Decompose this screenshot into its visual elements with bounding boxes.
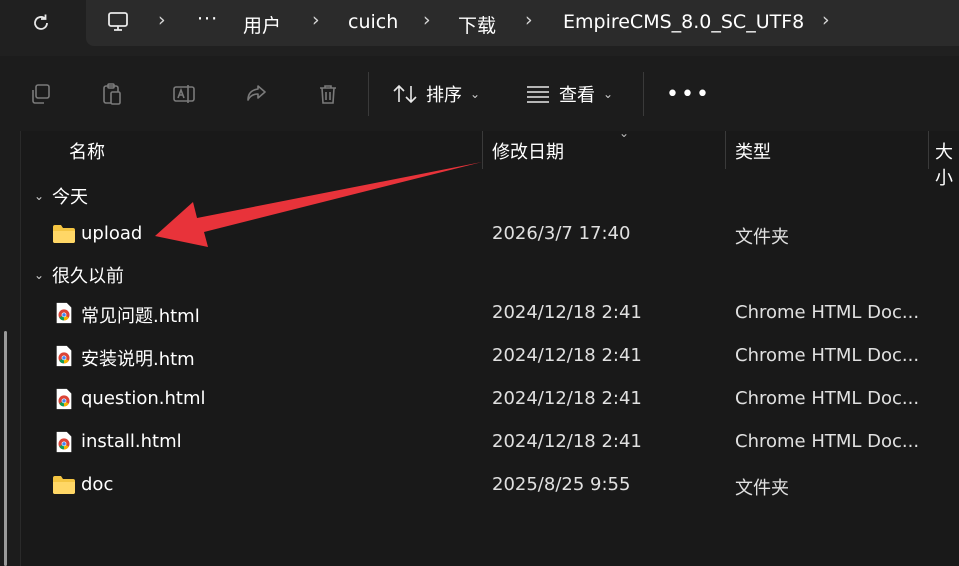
file-name: question.html — [81, 388, 206, 409]
list-item[interactable]: 安装说明.htm 2024/12/18 2:41 Chrome HTML Doc… — [22, 336, 959, 376]
file-type: 文件夹 — [735, 478, 789, 499]
navigation-pane — [0, 131, 21, 566]
delete-button[interactable] — [314, 80, 342, 108]
column-header-type[interactable]: 类型 — [735, 138, 771, 164]
file-type: 文件夹 — [735, 227, 789, 248]
list-item[interactable]: install.html 2024/12/18 2:41 Chrome HTML… — [22, 422, 959, 462]
address-bar[interactable]: › ··· 用户 › cuich › 下载 › EmpireCMS_8.0_SC… — [86, 0, 959, 46]
scrollbar[interactable] — [4, 331, 7, 566]
rename-button[interactable] — [170, 80, 198, 108]
group-label: 很久以前 — [52, 266, 124, 287]
breadcrumb-item-users[interactable]: 用户 — [243, 11, 281, 38]
group-label: 今天 — [52, 187, 88, 208]
file-type: Chrome HTML Doc... — [735, 345, 920, 366]
refresh-button[interactable] — [26, 8, 56, 38]
file-name: 常见问题.html — [81, 306, 200, 327]
list-item[interactable]: doc 2025/8/25 9:55 文件夹 — [22, 465, 959, 505]
list-item[interactable]: question.html 2024/12/18 2:41 Chrome HTM… — [22, 379, 959, 419]
chevron-right-icon[interactable]: › — [423, 9, 431, 31]
file-date: 2024/12/18 2:41 — [492, 431, 642, 452]
breadcrumb-item-user[interactable]: cuich — [348, 11, 398, 33]
folder-icon — [53, 225, 75, 243]
rename-icon — [173, 85, 195, 103]
title-bar: › ··· 用户 › cuich › 下载 › EmpireCMS_8.0_SC… — [0, 0, 959, 56]
column-header-size[interactable]: 大小 — [935, 138, 959, 190]
column-header-name[interactable]: 名称 — [69, 138, 105, 164]
command-bar: 排序 ⌄ 查看 ⌄ ••• — [0, 56, 959, 132]
file-type: Chrome HTML Doc... — [735, 431, 920, 452]
file-name: doc — [81, 474, 114, 495]
file-type: Chrome HTML Doc... — [735, 302, 920, 323]
breadcrumb-overflow[interactable]: ··· — [197, 8, 218, 30]
share-icon — [247, 85, 266, 101]
column-divider[interactable] — [725, 131, 726, 169]
group-header-today[interactable]: ⌄ 今天 — [34, 183, 88, 209]
breadcrumb-item-current-folder[interactable]: EmpireCMS_8.0_SC_UTF8 — [563, 11, 804, 33]
file-date: 2026/3/7 17:40 — [492, 223, 631, 244]
toolbar-divider — [643, 72, 644, 116]
paste-icon — [103, 83, 121, 105]
group-header-long-ago[interactable]: ⌄ 很久以前 — [34, 262, 124, 288]
sort-icon — [393, 84, 417, 104]
file-name: install.html — [81, 431, 182, 452]
column-divider[interactable] — [482, 131, 483, 169]
file-type: Chrome HTML Doc... — [735, 388, 920, 409]
chrome-html-icon — [56, 431, 72, 453]
column-divider[interactable] — [928, 131, 929, 169]
file-list-pane: 名称 ⌄ 修改日期 类型 大小 ⌄ 今天 upload 2026/3/7 17:… — [0, 126, 959, 566]
computer-icon — [108, 12, 128, 31]
file-date: 2025/8/25 9:55 — [492, 474, 631, 495]
file-name: 安装说明.htm — [81, 349, 195, 370]
chevron-down-icon: ⌄ — [34, 189, 45, 203]
breadcrumb-item-downloads[interactable]: 下载 — [458, 11, 496, 38]
toolbar-divider — [368, 72, 369, 116]
file-name: upload — [81, 223, 143, 244]
view-label: 查看 — [559, 85, 595, 106]
more-options-button[interactable]: ••• — [666, 82, 711, 107]
list-item[interactable]: 常见问题.html 2024/12/18 2:41 Chrome HTML Do… — [22, 293, 959, 333]
sort-button[interactable]: 排序 ⌄ — [392, 78, 480, 110]
chevron-right-icon[interactable]: › — [312, 9, 320, 31]
chrome-html-icon — [56, 345, 72, 367]
copy-button[interactable] — [26, 80, 54, 108]
view-list-icon — [527, 86, 549, 103]
file-date: 2024/12/18 2:41 — [492, 388, 642, 409]
copy-icon — [32, 84, 50, 104]
sort-label: 排序 — [426, 85, 462, 106]
chevron-down-icon: ⌄ — [34, 268, 45, 282]
chevron-down-icon: ⌄ — [470, 87, 481, 101]
chrome-html-icon — [56, 388, 72, 410]
chevron-right-icon[interactable]: › — [822, 9, 830, 31]
sort-indicator-icon: ⌄ — [619, 126, 630, 140]
file-date: 2024/12/18 2:41 — [492, 302, 642, 323]
view-button[interactable]: 查看 ⌄ — [525, 78, 613, 110]
column-header-date[interactable]: 修改日期 — [492, 138, 564, 164]
chevron-right-icon[interactable]: › — [525, 9, 533, 31]
file-date: 2024/12/18 2:41 — [492, 345, 642, 366]
trash-icon — [320, 85, 336, 104]
chevron-down-icon: ⌄ — [603, 87, 614, 101]
refresh-icon — [34, 14, 48, 30]
chevron-right-icon[interactable]: › — [158, 9, 166, 31]
column-header-row: 名称 ⌄ 修改日期 类型 大小 — [22, 126, 959, 189]
folder-icon — [53, 476, 75, 494]
share-button[interactable] — [242, 80, 270, 108]
paste-button[interactable] — [98, 80, 126, 108]
list-item[interactable]: upload 2026/3/7 17:40 文件夹 — [22, 214, 959, 254]
chrome-html-icon — [56, 302, 72, 324]
